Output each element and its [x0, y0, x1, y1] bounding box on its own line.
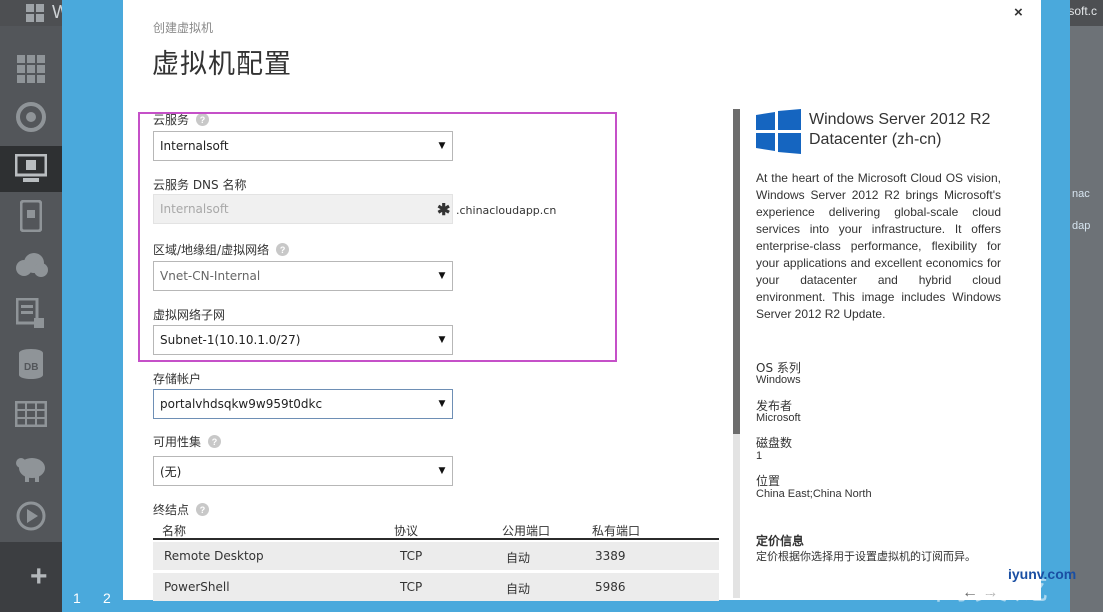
disk-count-value: 1: [756, 450, 763, 462]
location-label: 位置: [756, 474, 781, 488]
breadcrumb: 创建虚拟机: [153, 21, 214, 35]
cloud-services-icon[interactable]: [12, 248, 50, 284]
sql-database-icon[interactable]: DB: [12, 346, 50, 382]
endpoint-protocol: TCP: [400, 549, 423, 563]
watermark-logo: iyunv.com: [1008, 566, 1077, 582]
wizard-step-1[interactable]: 1: [73, 590, 81, 606]
wizard-step-2[interactable]: 2: [103, 590, 111, 606]
availability-set-select[interactable]: (无) ▼: [153, 456, 453, 486]
portal-left-nav: DB: [0, 26, 62, 612]
chevron-down-icon: ▼: [438, 466, 446, 476]
endpoints-label: 终结点 ?: [153, 501, 210, 518]
availability-set-label-text: 可用性集: [153, 435, 202, 449]
endpoint-public-port: 自动: [506, 551, 531, 565]
chevron-down-icon: ▼: [438, 399, 446, 409]
table-row[interactable]: Remote Desktop TCP 自动 3389: [153, 542, 719, 570]
endpoint-private-port: 3389: [595, 549, 626, 563]
all-items-icon[interactable]: [12, 51, 50, 87]
new-plus-icon[interactable]: +: [30, 560, 48, 594]
media-services-icon[interactable]: [12, 498, 50, 534]
endpoints-label-text: 终结点: [153, 503, 190, 517]
virtual-machines-icon[interactable]: [0, 146, 62, 192]
column-header: 公用端口: [502, 524, 551, 538]
image-name: Windows Server 2012 R2 Datacenter (zh-cn…: [809, 111, 991, 148]
highlight-box: [138, 112, 617, 362]
image-description: At the heart of the Microsoft Cloud OS v…: [756, 171, 1001, 321]
availability-set-value: (无): [160, 464, 182, 479]
close-button[interactable]: ×: [1014, 4, 1023, 21]
windows-logo-icon: [756, 109, 801, 154]
storage-account-select[interactable]: portalvhdsqkw9w959t0dkc ▼: [153, 389, 453, 419]
column-header: 协议: [394, 524, 419, 538]
os-family-value: Windows: [756, 374, 801, 386]
page-title: 虚拟机配置: [152, 49, 292, 80]
disk-count-label: 磁盘数: [756, 436, 793, 450]
endpoint-protocol: TCP: [400, 580, 423, 594]
scrollbar-thumb[interactable]: [733, 109, 740, 434]
svg-text:DB: DB: [24, 362, 38, 373]
right-strip-text: nac: [1072, 188, 1090, 200]
endpoint-private-port: 5986: [595, 580, 626, 594]
endpoint-name: PowerShell: [164, 580, 230, 594]
batch-icon[interactable]: [12, 296, 50, 332]
websites-icon[interactable]: [12, 99, 50, 135]
windows-logo-icon: [26, 4, 44, 22]
storage-value: portalvhdsqkw9w959t0dkc: [160, 397, 323, 411]
endpoints-table-header: 名称 协议 公用端口 私有端口: [153, 522, 719, 540]
help-icon[interactable]: ?: [208, 435, 222, 448]
column-header: 名称: [162, 524, 187, 538]
portal-right-strip: [1070, 26, 1103, 612]
location-value: China East;China North: [756, 488, 872, 500]
right-strip-text: dap: [1072, 220, 1091, 232]
help-icon[interactable]: ?: [196, 503, 210, 516]
table-row[interactable]: PowerShell TCP 自动 5986: [153, 573, 719, 601]
endpoint-name: Remote Desktop: [164, 549, 264, 563]
pricing-title: 定价信息: [756, 534, 805, 548]
publisher-value: Microsoft: [756, 412, 801, 424]
column-header: 私有端口: [592, 524, 641, 538]
mobile-services-icon[interactable]: [12, 198, 50, 234]
storage-label-text: 存储帐户: [153, 372, 202, 386]
endpoint-public-port: 自动: [506, 582, 531, 596]
portal-top-right-text: soft.c: [1068, 4, 1097, 18]
storage-label: 存储帐户: [153, 370, 201, 387]
availability-set-label: 可用性集 ?: [153, 433, 222, 450]
storage-icon[interactable]: [12, 396, 50, 432]
hdinsight-icon[interactable]: [12, 450, 50, 486]
